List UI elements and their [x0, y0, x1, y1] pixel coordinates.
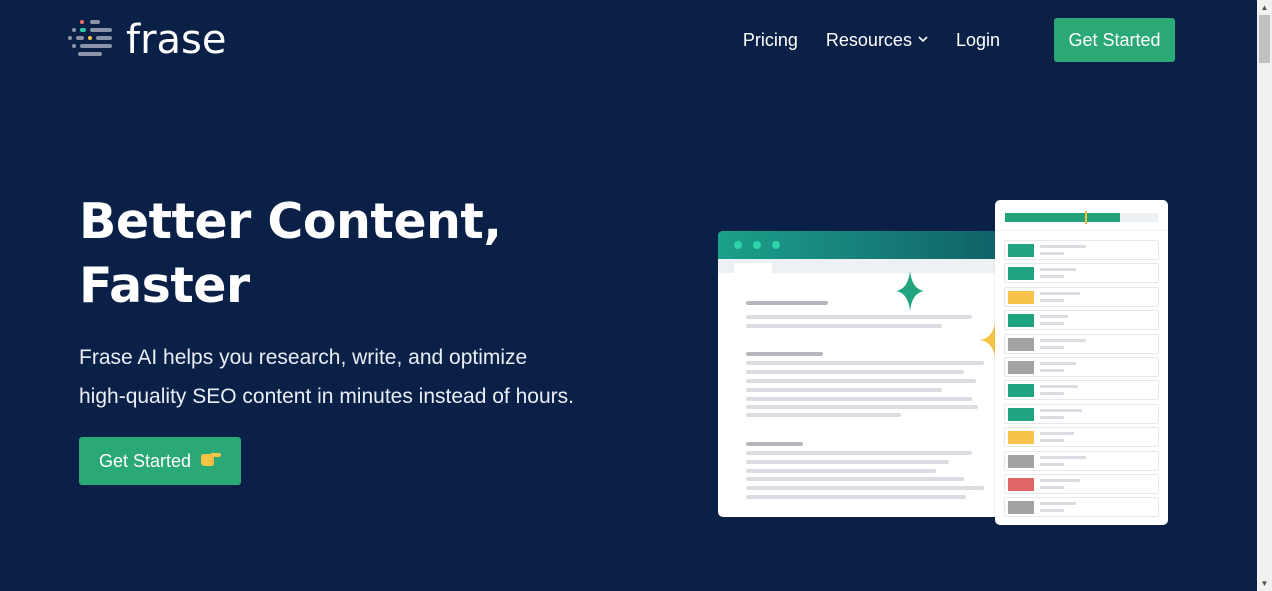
topic-status-swatch [1008, 454, 1034, 468]
topic-score-panel-illustration [995, 200, 1168, 525]
nav-resources-label: Resources [825, 29, 912, 50]
scrollbar-thumb[interactable] [1259, 15, 1270, 63]
topic-status-swatch [1008, 361, 1034, 374]
topic-row [1004, 310, 1159, 331]
topic-status-swatch [1008, 501, 1034, 515]
page: frase Pricing Resources Login Get Starte… [0, 0, 1257, 591]
editor-mockup-illustration [718, 231, 1008, 517]
topic-status-swatch [1008, 384, 1034, 398]
topic-row [1004, 403, 1159, 424]
hero-title-line-2: Faster [79, 257, 250, 314]
hero-get-started-button[interactable]: Get Started [79, 437, 241, 485]
logo-mark-icon [68, 16, 116, 64]
topic-status-swatch [1008, 431, 1034, 445]
topic-row [1004, 357, 1159, 377]
nav-pricing-link[interactable]: Pricing [743, 30, 798, 51]
frase-logo[interactable]: frase [68, 16, 227, 64]
topic-status-swatch [1008, 267, 1034, 281]
topic-status-swatch [1008, 314, 1034, 328]
editor-titlebar [718, 231, 1008, 259]
scroll-up-arrow-icon[interactable]: ▲ [1257, 0, 1272, 15]
score-bar-fill [1005, 213, 1120, 222]
topic-row [1004, 263, 1159, 284]
nav-pricing-label: Pricing [742, 29, 798, 50]
nav-login-label: Login [955, 29, 1000, 50]
hero-subtitle: Frase AI helps you research, write, and … [79, 346, 574, 408]
topic-row [1004, 450, 1159, 471]
score-bar-marker [1085, 211, 1087, 224]
hero-title-line-1: Better Content, [79, 193, 502, 250]
topic-status-swatch [1008, 337, 1034, 351]
page-scrollbar[interactable]: ▲ ▼ [1257, 0, 1272, 591]
pointing-hand-icon [199, 450, 222, 473]
topic-row [1004, 427, 1159, 448]
score-bar [1005, 211, 1158, 224]
top-nav: Pricing Resources Login Get Started [743, 18, 1175, 62]
nav-login-link[interactable]: Login [956, 30, 1000, 51]
topic-status-swatch [1008, 407, 1034, 421]
topic-row [1004, 474, 1159, 494]
topic-row [1004, 286, 1159, 307]
teal-sparkle-icon [896, 271, 924, 316]
editor-tabstrip [718, 259, 1008, 273]
topic-status-swatch [1008, 478, 1034, 491]
topic-row [1004, 240, 1159, 260]
topic-row [1004, 497, 1159, 518]
hero-title: Better Content, Faster [79, 190, 579, 318]
logo-wordmark: frase [126, 17, 227, 63]
topic-row [1004, 333, 1159, 354]
chevron-down-icon [918, 34, 928, 46]
topic-row [1004, 380, 1159, 401]
nav-get-started-label: Get Started [1068, 29, 1161, 50]
topic-status-swatch [1008, 244, 1034, 257]
nav-resources-dropdown[interactable]: Resources [826, 30, 928, 51]
nav-get-started-button[interactable]: Get Started [1054, 18, 1175, 62]
hero-get-started-label: Get Started [98, 450, 192, 471]
scroll-down-arrow-icon[interactable]: ▼ [1257, 576, 1272, 591]
topic-status-swatch [1008, 290, 1034, 304]
